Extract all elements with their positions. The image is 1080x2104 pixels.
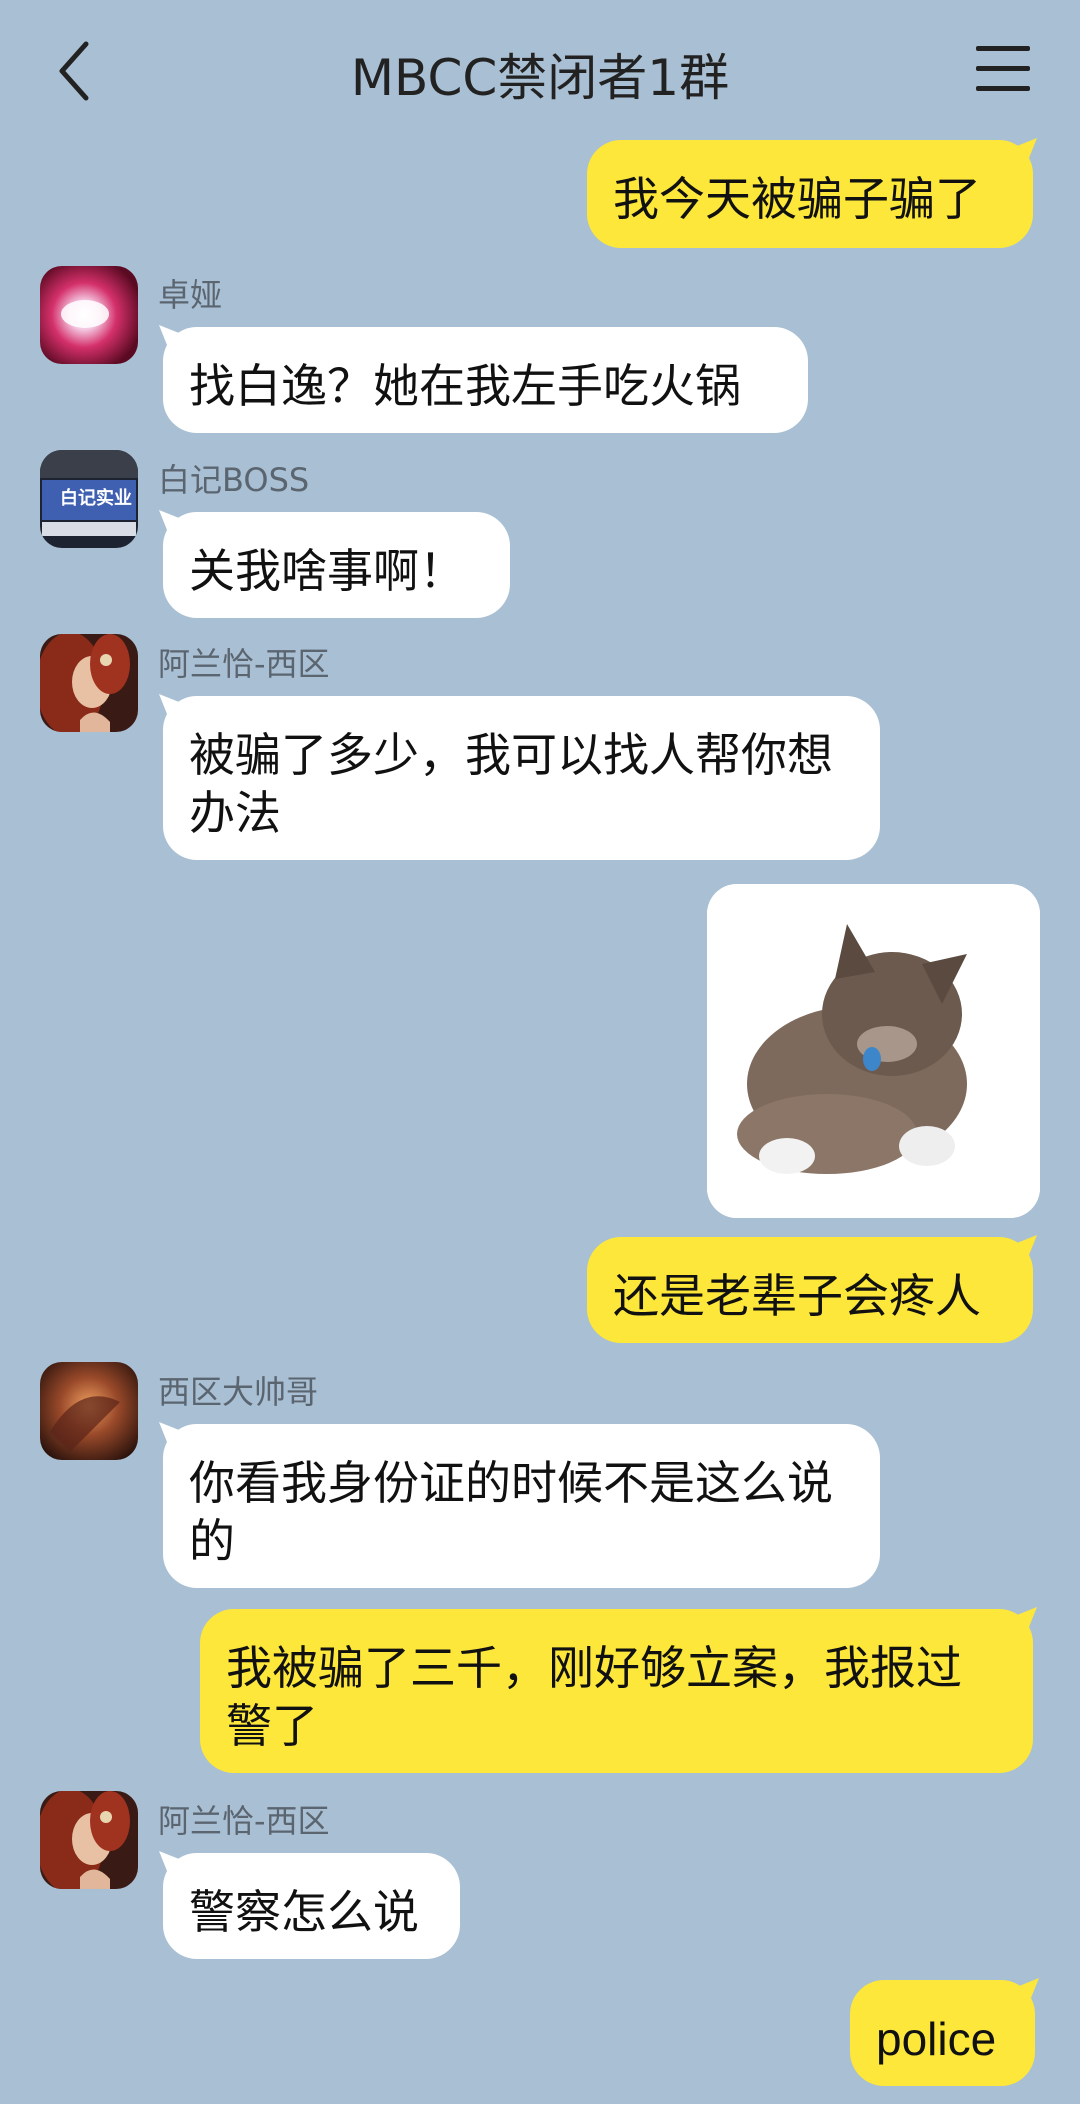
menu-icon[interactable]: [976, 44, 1030, 94]
avatar-sign-text: 白记实业: [60, 488, 132, 509]
message-bubble-self[interactable]: 我今天被骗子骗了: [587, 140, 1033, 248]
avatar-alancha[interactable]: [40, 1791, 138, 1889]
crying-kitten-sticker[interactable]: [707, 884, 1040, 1218]
avatar-baiji-boss[interactable]: 白记实业: [40, 450, 138, 548]
message-bubble-other[interactable]: 被骗了多少，我可以找人帮你想办法: [163, 696, 880, 860]
message-bubble-self[interactable]: 还是老辈子会疼人: [587, 1237, 1033, 1343]
avatar-zhuoya[interactable]: [40, 266, 138, 364]
message-bubble-self[interactable]: 我被骗了三千，刚好够立案，我报过警了: [200, 1609, 1033, 1773]
sender-name: 阿兰恰-西区: [158, 1802, 330, 1840]
chat-header: MBCC禁闭者1群: [0, 0, 1080, 140]
sender-name: 白记BOSS: [158, 461, 310, 499]
message-bubble-other[interactable]: 找白逸？她在我左手吃火锅: [163, 327, 808, 433]
sender-name: 卓娅: [158, 276, 223, 314]
message-bubble-self[interactable]: police: [850, 1980, 1035, 2086]
sender-name: 西区大帅哥: [158, 1373, 319, 1411]
message-bubble-other[interactable]: 你看我身份证的时候不是这么说的: [163, 1424, 880, 1588]
message-bubble-other[interactable]: 关我啥事啊！: [163, 512, 510, 618]
sender-name: 阿兰恰-西区: [158, 645, 330, 683]
avatar-xiqu-dashuaige[interactable]: [40, 1362, 138, 1460]
avatar-alancha[interactable]: [40, 634, 138, 732]
chat-title: MBCC禁闭者1群: [350, 49, 730, 107]
message-bubble-other[interactable]: 警察怎么说: [163, 1853, 460, 1959]
